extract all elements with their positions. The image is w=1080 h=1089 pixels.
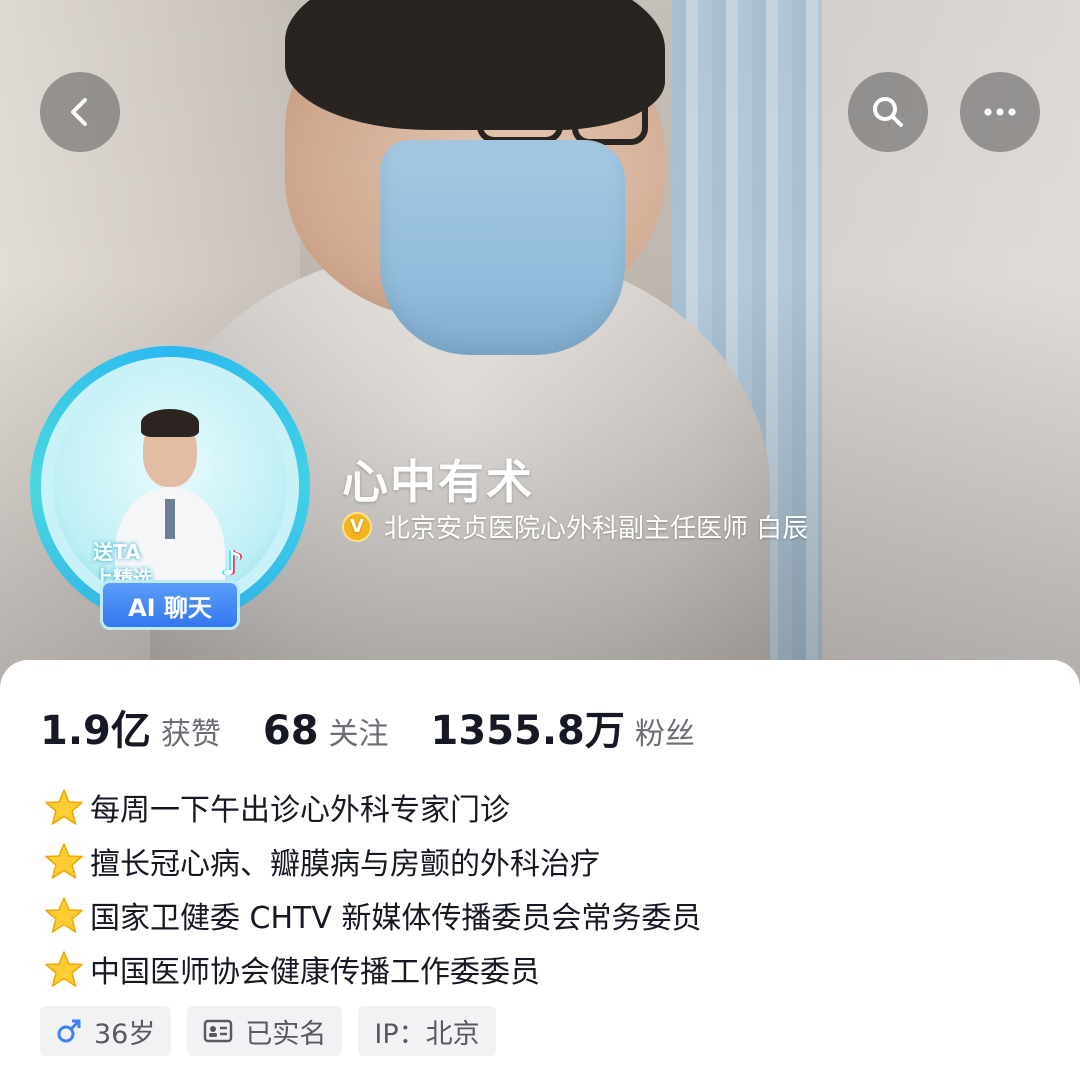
- back-button[interactable]: [40, 72, 120, 152]
- star-icon: [45, 789, 83, 825]
- bio-text: 擅长冠心病、瓣膜病与房颤的外科治疗: [90, 847, 600, 882]
- stat-following[interactable]: 68 关注: [263, 708, 389, 754]
- search-button[interactable]: [848, 72, 928, 152]
- stat-following-label: 关注: [328, 717, 389, 752]
- bio-line: 每周一下午出诊心外科专家门诊: [44, 780, 701, 834]
- star-icon: [45, 843, 83, 879]
- stat-likes-label: 获赞: [160, 717, 221, 752]
- stat-followers-value: 1355.8万: [430, 708, 625, 754]
- age-text: 36岁: [94, 1018, 156, 1050]
- star-icon: [45, 951, 83, 987]
- real-name-tag: 已实名: [187, 1006, 343, 1056]
- stat-following-value: 68: [262, 708, 319, 754]
- verification-text: 北京安贞医院心外科副主任医师 白辰: [384, 514, 809, 544]
- more-button[interactable]: [960, 72, 1040, 152]
- profile-name: 心中有术: [342, 455, 534, 509]
- avatar-doctor-tie: [165, 499, 175, 539]
- ip-location-tag: IP：北京: [358, 1006, 496, 1056]
- profile-card: 1.9亿 获赞 68 关注 1355.8万 粉丝 每周一下午出诊心外科专家门诊 …: [0, 660, 1080, 1089]
- male-icon: [57, 1019, 81, 1043]
- real-name-text: 已实名: [245, 1018, 327, 1050]
- bio-text: 国家卫健委 CHTV 新媒体传播委员会常务委员: [90, 901, 702, 936]
- avatar-image: 送TA 上精选 ♪: [53, 369, 287, 603]
- stats-row: 1.9亿 获赞 68 关注 1355.8万 粉丝: [40, 698, 737, 756]
- bio-text: 每周一下午出诊心外科专家门诊: [90, 793, 510, 828]
- bio-text: 中国医师协会健康传播工作委委员: [90, 955, 540, 990]
- bio: 每周一下午出诊心外科专家门诊 擅长冠心病、瓣膜病与房颤的外科治疗 国家卫健委 C…: [44, 780, 701, 996]
- verified-badge-icon: V: [342, 511, 372, 542]
- verification-info: V 北京安贞医院心外科副主任医师 白辰: [342, 508, 808, 545]
- avatar-promo-line1: 送TA: [93, 540, 141, 564]
- ai-chat-button[interactable]: AI 聊天: [100, 580, 240, 630]
- id-card-icon: [204, 1019, 233, 1043]
- chevron-left-icon: [71, 98, 87, 126]
- profile-tags: 36岁 已实名 IP：北京: [40, 1006, 496, 1056]
- star-icon: [45, 897, 83, 933]
- gender-age-tag: 36岁: [40, 1006, 172, 1056]
- tiktok-logo-icon: ♪: [221, 544, 243, 584]
- more-horizontal-icon: [984, 108, 1016, 116]
- bio-line: 擅长冠心病、瓣膜病与房颤的外科治疗: [44, 834, 701, 888]
- stat-followers-label: 粉丝: [634, 717, 695, 752]
- stat-likes[interactable]: 1.9亿 获赞: [40, 698, 221, 756]
- stat-followers[interactable]: 1355.8万 粉丝: [431, 698, 695, 756]
- search-icon: [873, 97, 903, 127]
- ip-text: IP：北京: [374, 1018, 480, 1050]
- stat-likes-value: 1.9亿: [40, 708, 151, 754]
- bio-line: 国家卫健委 CHTV 新媒体传播委员会常务委员: [44, 888, 701, 942]
- bio-line: 中国医师协会健康传播工作委委员: [44, 942, 701, 996]
- ai-chat-label: AI 聊天: [128, 593, 212, 622]
- avatar-ring: 送TA 上精选 ♪: [41, 357, 299, 615]
- avatar-doctor-hair: [141, 409, 199, 437]
